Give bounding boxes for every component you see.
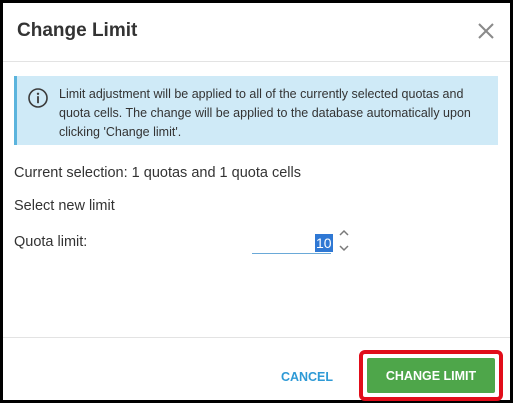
info-message: Limit adjustment will be applied to all … [14,76,498,145]
dialog-footer: CANCEL CHANGE LIMIT [3,337,510,401]
dialog-header: Change Limit [3,3,510,62]
change-limit-button[interactable]: CHANGE LIMIT [367,358,495,393]
close-button[interactable] [474,19,498,43]
current-selection-text: Current selection: 1 quotas and 1 quota … [14,165,301,181]
select-new-limit-heading: Select new limit [14,198,115,214]
increment-button[interactable] [337,227,351,239]
quota-limit-label: Quota limit: [14,234,88,250]
quota-limit-input[interactable] [252,233,331,254]
quota-limit-stepper [337,227,351,255]
cancel-button[interactable]: CANCEL [271,365,343,389]
close-icon [478,23,494,39]
change-limit-dialog: Change Limit Limit adjustment will be ap… [3,3,510,401]
chevron-down-icon [339,245,349,252]
chevron-up-icon [339,229,349,236]
info-message-text: Limit adjustment will be applied to all … [59,87,471,139]
dialog-title: Change Limit [17,20,138,41]
decrement-button[interactable] [337,242,351,254]
screenshot-frame: Change Limit Limit adjustment will be ap… [0,0,513,403]
info-icon [28,88,48,108]
